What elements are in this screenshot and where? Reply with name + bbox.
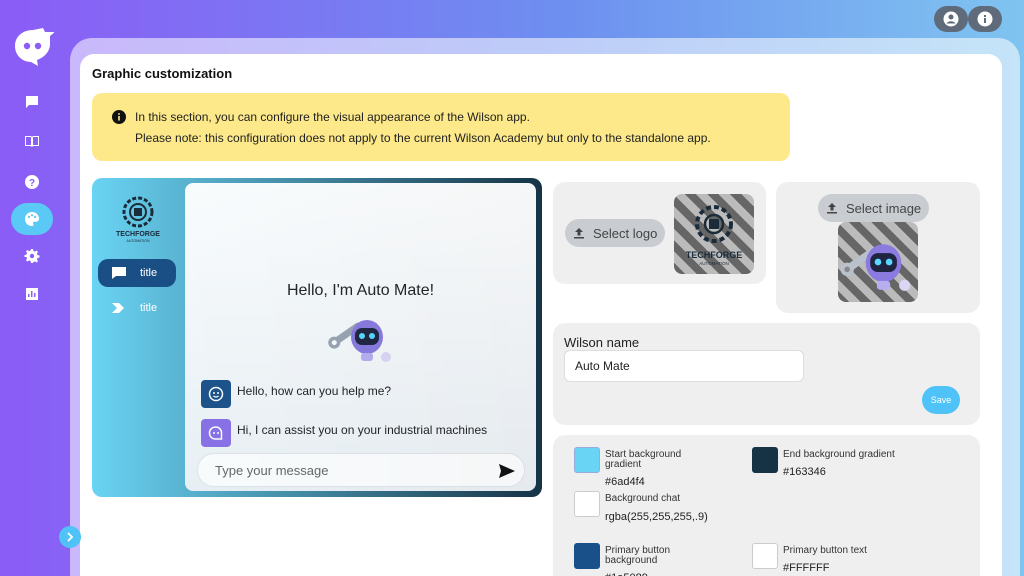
message-text: Hi, I can assist you on your industrial … (237, 423, 488, 437)
chat-message-bot: Hi, I can assist you on your industrial … (201, 419, 487, 447)
logo-card-text: TECHFORGE (686, 250, 743, 260)
expand-sidebar-button[interactable] (59, 526, 81, 548)
bot-avatar (201, 419, 231, 447)
account-button[interactable] (934, 6, 968, 32)
user-avatar (201, 380, 231, 408)
book-icon (25, 136, 39, 147)
save-button[interactable]: Save (922, 386, 960, 414)
color-label: Primary button text (783, 545, 867, 556)
gear-icon (24, 249, 40, 263)
color-value: #1a5089 (605, 572, 648, 576)
primary-button-bg-swatch[interactable] (574, 543, 600, 569)
name-card: Wilson name Auto Mate Save (553, 323, 980, 425)
select-logo-label: Select logo (593, 225, 658, 241)
message-placeholder: Type your message (215, 462, 329, 478)
page-title: Graphic customization (92, 66, 233, 81)
logo-card-sub: AUTOMATION (699, 261, 729, 266)
end-gradient-swatch[interactable] (752, 447, 778, 473)
info-icon (977, 11, 993, 27)
info-button[interactable] (968, 6, 1002, 32)
chevron-right-icon (67, 532, 74, 542)
sidebar-item-customization[interactable] (11, 203, 53, 235)
chat-message-user: Hello, how can you help me? (201, 380, 391, 408)
chat-icon (26, 96, 38, 108)
color-label: Primary button background (605, 545, 671, 566)
message-input[interactable]: Type your message (197, 453, 525, 487)
note-line-1: In this section, you can configure the v… (135, 110, 530, 124)
preview-nav-label: title (140, 302, 158, 314)
bot-icon (208, 426, 223, 440)
color-label: End background gradient (783, 449, 895, 460)
preview-logo-sub: AUTOMATION (126, 239, 149, 243)
app-logo-icon[interactable] (12, 24, 54, 68)
preview-chat-window: Hello, I'm Auto Mate! Hello, how can you… (185, 183, 536, 491)
image-card: Select image (776, 182, 980, 313)
color-value: #FFFFFF (783, 562, 830, 574)
sidebar-item-settings[interactable] (16, 240, 48, 272)
select-image-button[interactable]: Select image (818, 194, 929, 222)
upload-icon (827, 203, 837, 214)
preview-nav-item[interactable]: title (98, 259, 176, 287)
color-value: #163346 (783, 466, 826, 478)
color-label: Start background gradient (605, 449, 682, 470)
app-preview: TECHFORGE AUTOMATION title title Hello, … (92, 178, 542, 497)
start-gradient-swatch[interactable] (574, 447, 600, 473)
robot-mascot-icon (328, 320, 391, 362)
chat-background-swatch[interactable] (574, 491, 600, 517)
preview-nav-item[interactable]: title (98, 294, 176, 322)
colors-card: Start background gradient #6ad4f4 End ba… (553, 435, 980, 576)
sidebar-item-stats[interactable] (16, 278, 48, 310)
face-icon (208, 386, 224, 402)
preview-nav-label: title (140, 267, 158, 279)
sidebar-item-book[interactable] (16, 125, 48, 157)
techforge-logo-icon: TECHFORGE AUTOMATION (686, 205, 743, 266)
preview-logo-text: TECHFORGE (116, 231, 160, 238)
svg-text:?: ? (29, 178, 35, 189)
robot-mascot-icon (840, 244, 911, 291)
chat-greeting: Hello, I'm Auto Mate! (286, 282, 435, 299)
wilson-name-label: Wilson name (564, 335, 640, 350)
message-text: Hello, how can you help me? (237, 384, 392, 398)
logo-card: Select logo TECHFORGE AUTOMATION (553, 182, 766, 284)
help-icon: ? (25, 175, 39, 189)
sidebar: ? (0, 0, 64, 576)
info-note: In this section, you can configure the v… (92, 93, 790, 161)
sidebar-item-help[interactable]: ? (16, 166, 48, 198)
select-image-label: Select image (846, 200, 922, 216)
color-value: rgba(255,255,255,.9) (605, 511, 708, 523)
upload-icon (574, 228, 584, 239)
select-logo-button[interactable]: Select logo (565, 219, 665, 247)
wilson-name-input[interactable]: Auto Mate (564, 350, 804, 382)
palette-icon (25, 212, 39, 226)
sidebar-item-chat[interactable] (16, 86, 48, 118)
info-icon (112, 110, 126, 124)
techforge-logo-icon: TECHFORGE AUTOMATION (116, 196, 160, 243)
logo-thumbnail[interactable]: TECHFORGE AUTOMATION (674, 194, 754, 274)
user-icon (943, 11, 959, 27)
primary-button-text-swatch[interactable] (752, 543, 778, 569)
chat-icon (112, 267, 126, 279)
send-icon[interactable] (498, 462, 516, 480)
chart-icon (26, 288, 38, 300)
chevron-icon (112, 303, 124, 313)
note-line-2: Please note: this configuration does not… (135, 131, 711, 145)
color-label: Background chat (605, 493, 681, 504)
color-value: #6ad4f4 (605, 476, 645, 488)
mascot-thumbnail[interactable] (838, 222, 918, 302)
